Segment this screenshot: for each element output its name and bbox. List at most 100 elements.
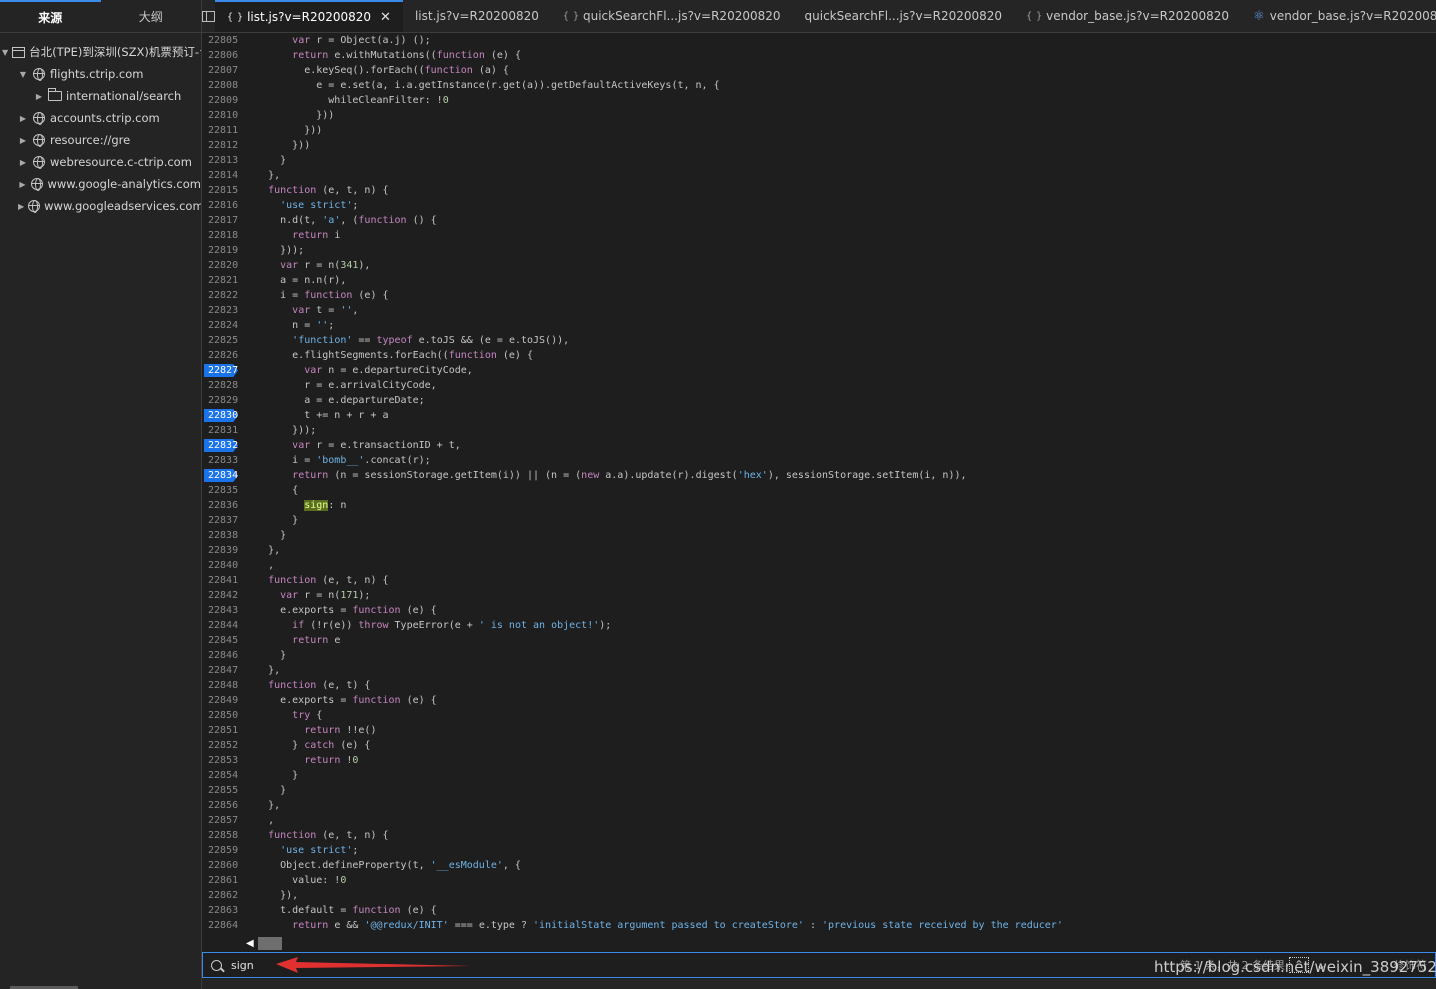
line-number[interactable]: 22845 — [202, 633, 244, 648]
code-line[interactable]: e.exports = function (e) { — [244, 693, 1436, 708]
line-number[interactable]: 22853 — [202, 753, 244, 768]
code-line[interactable]: })) — [244, 138, 1436, 153]
code-line[interactable]: Object.defineProperty(t, '__esModule', { — [244, 858, 1436, 873]
line-number[interactable]: 22837 — [202, 513, 244, 528]
line-number[interactable]: 22835 — [202, 483, 244, 498]
line-number[interactable]: 22820 — [202, 258, 244, 273]
code-line[interactable]: })) — [244, 123, 1436, 138]
line-number[interactable]: 22864 — [202, 918, 244, 933]
line-number[interactable]: 22807 — [202, 63, 244, 78]
code-line[interactable]: t.default = function (e) { — [244, 903, 1436, 918]
code-line[interactable]: , — [244, 813, 1436, 828]
line-number[interactable]: 22852 — [202, 738, 244, 753]
line-number[interactable]: 22826 — [202, 348, 244, 363]
code-line[interactable]: }, — [244, 798, 1436, 813]
code-line[interactable]: n.d(t, 'a', (function () { — [244, 213, 1436, 228]
editor-tab[interactable]: { } list.js?v=R20200820 ✕ — [215, 0, 403, 32]
code-line[interactable]: i = 'bomb__'.concat(r); — [244, 453, 1436, 468]
scroll-left-icon[interactable]: ◀ — [246, 938, 254, 949]
breakpoint-marker[interactable]: 22832 — [202, 438, 244, 453]
line-number-gutter[interactable]: 22805 22806 22807 22808 22809 22810 22811 22812… — [202, 33, 244, 936]
line-number[interactable]: 22843 — [202, 603, 244, 618]
editor-tab[interactable]: { } vendor_base.js?v=R20200820 — [1014, 0, 1241, 32]
line-number[interactable]: 22833 — [202, 453, 244, 468]
code-line[interactable]: var r = n(171); — [244, 588, 1436, 603]
editor-tab[interactable]: { } quickSearchFl...js?v=R20200820 — [551, 0, 793, 32]
line-number[interactable]: 22860 — [202, 858, 244, 873]
code-line[interactable]: 'function' == typeof e.toJS && (e = e.to… — [244, 333, 1436, 348]
line-number[interactable]: 22828 — [202, 378, 244, 393]
caret-right-icon[interactable]: ▶ — [18, 202, 24, 211]
code-line[interactable]: function (e, t, n) { — [244, 183, 1436, 198]
code-line[interactable]: e = e.set(a, i.a.getInstance(r.get(a)).g… — [244, 78, 1436, 93]
code-line[interactable]: } — [244, 153, 1436, 168]
line-number[interactable]: 22859 — [202, 843, 244, 858]
editor-tab[interactable]: list.js?v=R20200820 — [403, 0, 551, 32]
breakpoint-marker[interactable]: 22830 — [202, 408, 244, 423]
line-number[interactable]: 22839 — [202, 543, 244, 558]
code-line[interactable]: } — [244, 513, 1436, 528]
line-number[interactable]: 22822 — [202, 288, 244, 303]
code-line[interactable]: n = ''; — [244, 318, 1436, 333]
tab-sources[interactable]: 来源 — [0, 0, 101, 32]
tree-item[interactable]: ▼ 台北(TPE)到深圳(SZX)机票预订-台 — [0, 41, 201, 63]
code-line[interactable]: , — [244, 558, 1436, 573]
line-number[interactable]: 22831 — [202, 423, 244, 438]
code-line[interactable]: })) — [244, 108, 1436, 123]
tree-item[interactable]: ▶ webresource.c-ctrip.com — [0, 151, 201, 173]
code-line[interactable]: }, — [244, 543, 1436, 558]
code-line[interactable]: return e — [244, 633, 1436, 648]
code-line[interactable]: r = e.arrivalCityCode, — [244, 378, 1436, 393]
close-icon[interactable]: ✕ — [380, 10, 391, 25]
code-line[interactable]: var r = e.transactionID + t, — [244, 438, 1436, 453]
scroll-thumb[interactable] — [258, 937, 282, 950]
line-number[interactable]: 22816 — [202, 198, 244, 213]
line-number[interactable]: 22824 — [202, 318, 244, 333]
code-line[interactable]: } — [244, 528, 1436, 543]
line-number[interactable]: 22863 — [202, 903, 244, 918]
code-line[interactable]: return (n = sessionStorage.getItem(i)) |… — [244, 468, 1436, 483]
line-number[interactable]: 22862 — [202, 888, 244, 903]
line-number[interactable]: 22817 — [202, 213, 244, 228]
code-line[interactable]: var n = e.departureCityCode, — [244, 363, 1436, 378]
code-line[interactable]: }, — [244, 168, 1436, 183]
line-number[interactable]: 22857 — [202, 813, 244, 828]
tree-item[interactable]: ▶ resource://gre — [0, 129, 201, 151]
line-number[interactable]: 22847 — [202, 663, 244, 678]
caret-right-icon[interactable]: ▶ — [18, 158, 28, 167]
tree-item[interactable]: ▶ www.google-analytics.com — [0, 173, 201, 195]
line-number[interactable]: 22818 — [202, 228, 244, 243]
code-line[interactable]: e.flightSegments.forEach((function (e) { — [244, 348, 1436, 363]
code-line[interactable]: return e.withMutations((function (e) { — [244, 48, 1436, 63]
code-line[interactable]: try { — [244, 708, 1436, 723]
code-line[interactable]: a = n.n(r), — [244, 273, 1436, 288]
line-number[interactable]: 22805 — [202, 33, 244, 48]
code-line[interactable]: return e && '@@redux/INIT' === e.type ? … — [244, 918, 1436, 933]
line-number[interactable]: 22849 — [202, 693, 244, 708]
code-line[interactable]: var r = n(341), — [244, 258, 1436, 273]
tree-item[interactable]: ▼ flights.ctrip.com — [0, 63, 201, 85]
code-line[interactable]: return !0 — [244, 753, 1436, 768]
code-line[interactable]: t += n + r + a — [244, 408, 1436, 423]
caret-down-icon[interactable]: ▼ — [18, 70, 28, 79]
line-number[interactable]: 22806 — [202, 48, 244, 63]
code-line[interactable]: } catch (e) { — [244, 738, 1436, 753]
line-number[interactable]: 22858 — [202, 828, 244, 843]
code-line[interactable]: }), — [244, 888, 1436, 903]
line-number[interactable]: 22814 — [202, 168, 244, 183]
line-number[interactable]: 22819 — [202, 243, 244, 258]
line-number[interactable]: 22856 — [202, 798, 244, 813]
editor-tab[interactable]: ⚛ vendor_base.js?v=R20200820 — [1241, 0, 1436, 32]
breakpoint-marker[interactable]: 22827 — [202, 363, 244, 378]
tree-item[interactable]: ▶ www.googleadservices.com — [0, 195, 201, 217]
line-number[interactable]: 22844 — [202, 618, 244, 633]
line-number[interactable]: 22829 — [202, 393, 244, 408]
line-number[interactable]: 22842 — [202, 588, 244, 603]
caret-right-icon[interactable]: ▶ — [18, 114, 28, 123]
code-line[interactable]: if (!r(e)) throw TypeError(e + ' is not … — [244, 618, 1436, 633]
caret-right-icon[interactable]: ▶ — [34, 92, 44, 101]
code-line[interactable]: } — [244, 648, 1436, 663]
line-number[interactable]: 22838 — [202, 528, 244, 543]
code-line[interactable]: var t = '', — [244, 303, 1436, 318]
code-line[interactable]: })); — [244, 243, 1436, 258]
